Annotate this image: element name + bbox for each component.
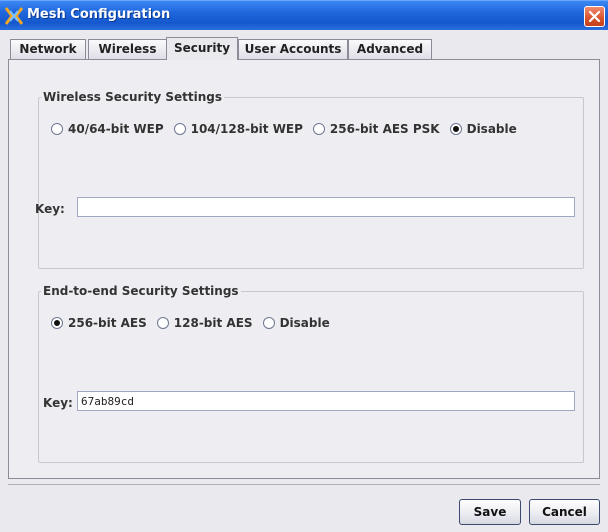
wireless-key-label: Key: bbox=[35, 202, 65, 216]
radio-aes-psk[interactable]: 256-bit AES PSK bbox=[312, 122, 440, 136]
close-button[interactable] bbox=[584, 6, 605, 27]
wireless-security-options: 40/64-bit WEP 104/128-bit WEP 256-bit AE… bbox=[51, 122, 527, 136]
radio-wep-64[interactable]: 40/64-bit WEP bbox=[51, 122, 164, 136]
radio-label: 104/128-bit WEP bbox=[190, 122, 303, 136]
radio-button[interactable] bbox=[312, 123, 325, 135]
wireless-key-input[interactable] bbox=[77, 197, 575, 217]
save-button[interactable]: Save bbox=[459, 499, 521, 525]
mesh-configuration-dialog: Mesh Configuration Network Wireless Secu… bbox=[0, 0, 608, 532]
radio-label: 40/64-bit WEP bbox=[68, 122, 164, 136]
radio-button[interactable] bbox=[156, 317, 169, 329]
end-to-end-security-options: 256-bit AES 128-bit AES Disable bbox=[51, 316, 340, 330]
close-icon bbox=[588, 10, 601, 23]
radio-button[interactable] bbox=[51, 123, 63, 135]
mesh-network-icon bbox=[4, 7, 24, 25]
tab-strip: Network Wireless Security User Accounts … bbox=[8, 37, 600, 60]
security-panel: Wireless Security Settings 40/64-bit WEP… bbox=[8, 59, 600, 479]
radio-aes-128[interactable]: 128-bit AES bbox=[156, 316, 253, 330]
radio-end-to-end-disable[interactable]: Disable bbox=[262, 316, 330, 330]
end-to-end-key-label: Key: bbox=[43, 396, 73, 410]
title-bar[interactable]: Mesh Configuration bbox=[0, 0, 608, 30]
radio-label: Disable bbox=[466, 122, 517, 136]
radio-button[interactable] bbox=[173, 123, 186, 135]
radio-label: 256-bit AES bbox=[68, 316, 147, 330]
radio-aes-256[interactable]: 256-bit AES bbox=[51, 316, 147, 330]
wireless-security-title: Wireless Security Settings bbox=[41, 90, 224, 104]
radio-wep-128[interactable]: 104/128-bit WEP bbox=[173, 122, 303, 136]
cancel-button[interactable]: Cancel bbox=[529, 499, 600, 525]
radio-button[interactable] bbox=[262, 317, 275, 329]
end-to-end-security-group: End-to-end Security Settings 256-bit AES… bbox=[38, 284, 584, 463]
window-title: Mesh Configuration bbox=[27, 7, 171, 22]
radio-button-checked[interactable] bbox=[51, 317, 63, 329]
radio-label: 128-bit AES bbox=[173, 316, 253, 330]
button-bar-separator bbox=[8, 484, 600, 485]
tab-wireless[interactable]: Wireless bbox=[88, 39, 167, 59]
end-to-end-key-input[interactable] bbox=[77, 391, 575, 411]
tab-security[interactable]: Security bbox=[166, 37, 238, 60]
radio-wireless-disable[interactable]: Disable bbox=[449, 122, 517, 136]
tab-user-accounts[interactable]: User Accounts bbox=[238, 39, 348, 59]
wireless-security-group: Wireless Security Settings 40/64-bit WEP… bbox=[35, 90, 584, 269]
tab-network[interactable]: Network bbox=[10, 39, 86, 59]
radio-label: 256-bit AES PSK bbox=[329, 122, 440, 136]
radio-button-checked[interactable] bbox=[449, 123, 462, 135]
radio-label: Disable bbox=[279, 316, 330, 330]
end-to-end-security-title: End-to-end Security Settings bbox=[41, 284, 241, 298]
tab-advanced[interactable]: Advanced bbox=[348, 39, 432, 59]
